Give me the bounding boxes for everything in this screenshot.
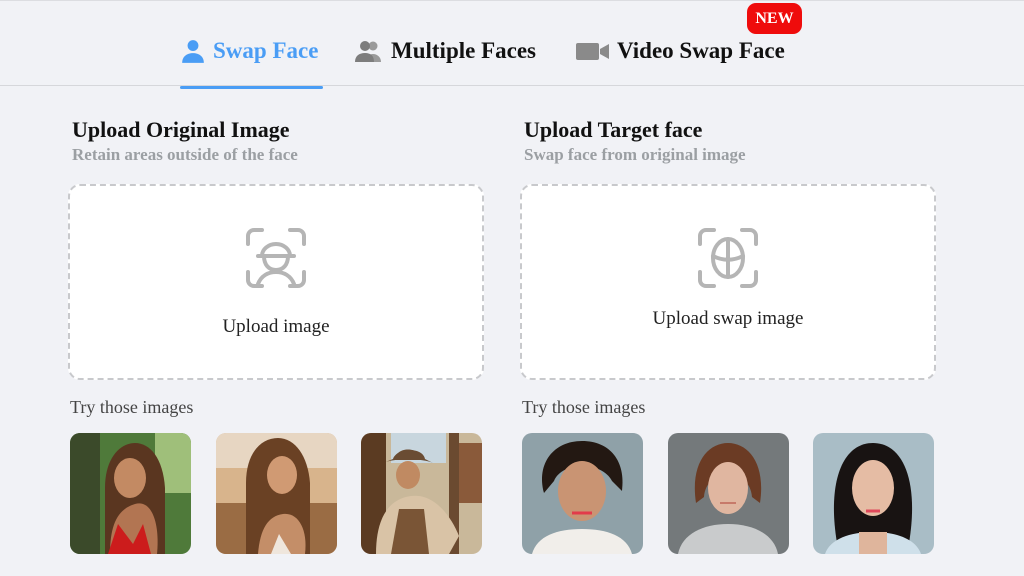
tab-label: Video Swap Face: [617, 38, 785, 63]
sample-image-woman-auburn-hair[interactable]: [668, 433, 789, 554]
tab-swap-face[interactable]: Swap Face: [180, 34, 318, 68]
original-image-section: Upload Original Image Retain areas outsi…: [68, 116, 488, 554]
tab-label: Swap Face: [213, 38, 319, 63]
upload-image-label: Upload image: [222, 316, 330, 337]
face-grid-scan-icon: [696, 226, 760, 295]
try-images-label: Try those images: [70, 397, 194, 417]
mode-tabs: Swap Face Multiple Faces Video Swap Face…: [0, 0, 1024, 89]
section-title: Upload Target face: [524, 117, 703, 142]
users-icon: [354, 38, 384, 64]
user-icon: [180, 38, 206, 64]
sample-images: [522, 433, 938, 555]
tab-multiple-faces[interactable]: Multiple Faces: [354, 34, 536, 68]
sample-image-man-curly-hair[interactable]: [522, 433, 643, 554]
sample-image-woman-black-hair[interactable]: [813, 433, 934, 554]
sample-image-cowboy[interactable]: [361, 433, 482, 554]
try-images-label: Try those images: [522, 397, 646, 417]
tab-video-swap-face[interactable]: Video Swap Face: [576, 34, 785, 68]
sample-images: [70, 433, 486, 555]
section-subtitle: Retain areas outside of the face: [72, 145, 298, 164]
new-badge: NEW: [747, 3, 802, 34]
upload-original-dropzone[interactable]: Upload image: [68, 184, 484, 380]
active-tab-indicator: [180, 86, 323, 89]
sample-image-woman-red-top[interactable]: [70, 433, 191, 554]
face-scan-icon: [244, 226, 308, 295]
section-title: Upload Original Image: [72, 117, 290, 142]
upload-target-dropzone[interactable]: Upload swap image: [520, 184, 936, 380]
tab-label: Multiple Faces: [391, 38, 536, 63]
target-face-section: Upload Target face Swap face from origin…: [520, 116, 940, 554]
sample-image-woman-beach[interactable]: [216, 433, 337, 554]
section-subtitle: Swap face from original image: [524, 145, 746, 164]
video-camera-icon: [576, 40, 610, 62]
upload-swap-image-label: Upload swap image: [652, 308, 804, 329]
